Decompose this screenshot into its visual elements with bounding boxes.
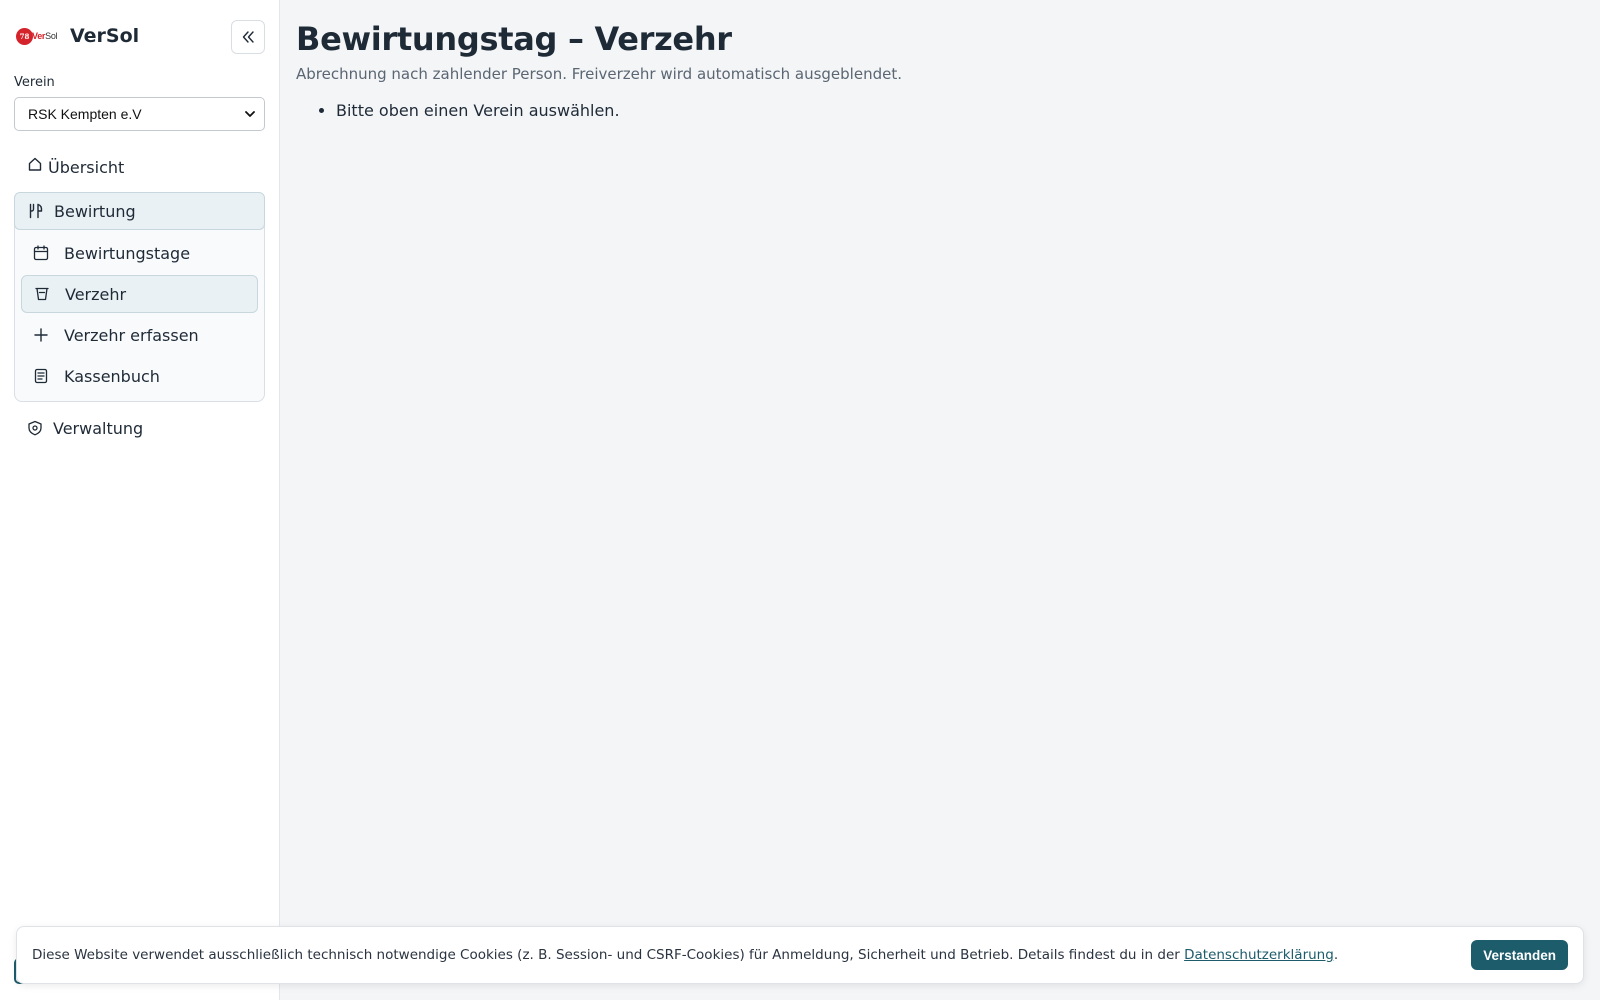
sidebar-item-verzehr-erfassen[interactable]: Verzehr erfassen xyxy=(21,316,258,354)
utensils-icon xyxy=(27,202,45,220)
verein-select[interactable]: RSK Kempten e.V xyxy=(14,97,265,131)
logo-wordmark: VerSol xyxy=(32,31,58,41)
cookie-banner: Diese Website verwendet ausschließlich t… xyxy=(16,926,1584,984)
sidebar-item-verwaltung[interactable]: Verwaltung xyxy=(14,410,265,446)
cup-icon xyxy=(33,285,51,303)
sidebar-item-verzehr[interactable]: Verzehr xyxy=(21,275,258,313)
sidebar-item-label: Verzehr xyxy=(65,284,127,304)
sidebar-item-label: Bewirtungstage xyxy=(64,243,191,263)
logo-mark: 78 xyxy=(16,28,33,45)
sidebar-item-kassenbuch[interactable]: Kassenbuch xyxy=(21,357,258,395)
logo: 78 VerSol xyxy=(14,24,60,48)
shield-icon xyxy=(26,419,44,437)
cookie-text: Diese Website verwendet ausschließlich t… xyxy=(32,947,1180,963)
chevron-down-icon xyxy=(245,111,255,117)
accept-cookies-button[interactable]: Verstanden xyxy=(1471,940,1568,970)
receipt-icon xyxy=(32,367,50,385)
page-title: Bewirtungstag – Verzehr xyxy=(296,20,732,58)
brand-name: VerSol xyxy=(70,25,140,47)
sidebar-item-bewirtung[interactable]: Bewirtung xyxy=(14,192,265,230)
sidebar: 78 VerSol VerSol Verein RSK Kempten e.V … xyxy=(0,0,280,1000)
page-subtitle: Abrechnung nach zahlender Person. Freive… xyxy=(296,65,902,83)
sidebar-item-label: Verwaltung xyxy=(53,418,144,438)
sidebar-item-uebersicht[interactable]: Übersicht xyxy=(14,149,265,185)
verein-select-value: RSK Kempten e.V xyxy=(28,106,142,122)
main-content: Bewirtungstag – Verzehr Abrechnung nach … xyxy=(280,0,1600,1000)
cookie-text-end: . xyxy=(1333,947,1339,963)
home-icon xyxy=(26,155,44,173)
plus-icon xyxy=(32,326,50,344)
calendar-icon xyxy=(32,244,50,262)
sidebar-group-bewirtung: Bewirtung Bewirtungstage Verzehr Verzehr… xyxy=(14,192,265,402)
privacy-policy-link[interactable]: Datenschutzerklärung xyxy=(1184,947,1334,963)
app: 78 VerSol VerSol Verein RSK Kempten e.V … xyxy=(0,0,1600,1000)
sidebar-item-label: Verzehr erfassen xyxy=(64,325,199,345)
chevrons-left-icon xyxy=(242,31,254,43)
sidebar-item-bewirtungstage[interactable]: Bewirtungstage xyxy=(21,234,258,272)
sidebar-item-label: Übersicht xyxy=(48,157,125,177)
brand[interactable]: 78 VerSol VerSol xyxy=(14,24,139,48)
sidebar-item-label: Bewirtung xyxy=(54,201,136,221)
list-item: Bitte oben einen Verein auswählen. xyxy=(336,101,620,120)
cookie-banner-text: Diese Website verwendet ausschließlich t… xyxy=(32,947,1338,963)
notice-list: Bitte oben einen Verein auswählen. xyxy=(336,101,620,120)
sidebar-item-label: Kassenbuch xyxy=(64,366,160,386)
collapse-sidebar-button[interactable] xyxy=(231,20,265,54)
verein-label: Verein xyxy=(14,75,55,90)
